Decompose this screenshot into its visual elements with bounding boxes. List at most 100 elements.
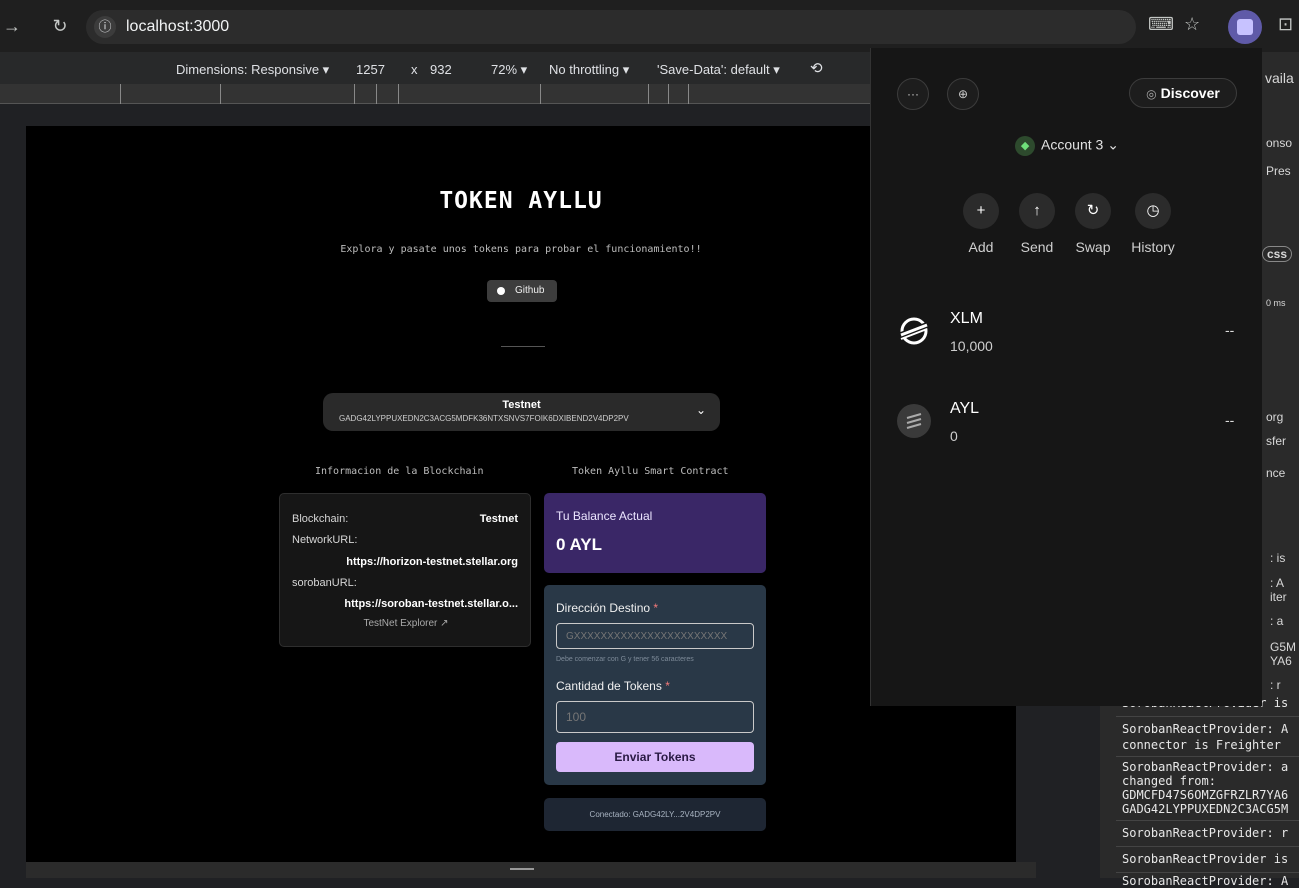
send-action-button[interactable]: ↑ Send (1012, 193, 1062, 255)
account-avatar: ◆ (1015, 136, 1036, 156)
save-data-dropdown[interactable]: 'Save-Data': default ▾ (657, 62, 780, 78)
blockchain-section-title: Informacion de la Blockchain (315, 466, 484, 477)
discover-button[interactable]: ◎ Discover (1129, 78, 1237, 108)
forward-arrow-icon[interactable]: → (2, 16, 22, 36)
stellar-logo-icon (897, 314, 931, 348)
destination-label: Dirección Destino * (556, 601, 659, 615)
resize-handle-icon (510, 868, 534, 870)
asset-code: XLM (950, 310, 983, 327)
media-query-ruler[interactable] (0, 84, 870, 104)
more-menu-button[interactable]: ··· (897, 78, 929, 110)
send-form: Dirección Destino * Debe comenzar con G … (544, 585, 766, 785)
height-input[interactable]: 932 (430, 62, 452, 77)
dimensions-dropdown[interactable]: Dimensions: Responsive ▾ (176, 62, 329, 78)
destination-hint: Debe comenzar con G y tener 56 caractere… (556, 656, 694, 663)
page-subtitle: Explora y pasate unos tokens para probar… (340, 244, 702, 255)
console-peek-text: sfer (1266, 434, 1287, 448)
github-label: Github (515, 285, 545, 296)
console-peek-text: org (1266, 410, 1284, 424)
compass-icon: ◎ (1146, 87, 1157, 101)
network-selector[interactable]: Testnet GADG42LYPPUXEDN2C3ACG5MDFK36NTXS… (323, 393, 720, 431)
site-info-icon[interactable]: ⓘ (94, 16, 116, 38)
github-button[interactable]: Github (487, 280, 557, 302)
wallet-popup: ··· ⊕ ◎ Discover ◆ Account 3 ⌄ + Add ↑ Sen… (870, 48, 1262, 706)
send-tokens-button[interactable]: Enviar Tokens (556, 742, 754, 772)
console-line: SorobanReactProvider: A (1122, 874, 1289, 888)
console-peek-text: : A (1270, 576, 1285, 590)
asset-code: AYL (950, 400, 980, 417)
asset-amount: 0 (950, 428, 958, 444)
amount-input[interactable] (556, 701, 754, 733)
console-peek-text: Pres (1266, 164, 1291, 178)
asset-row-xlm[interactable]: XLM 10,000 -- (871, 310, 1263, 380)
connected-status: Conectado: GADG42LY...2V4DP2PV (544, 798, 766, 831)
contract-section-title: Token Ayllu Smart Contract (572, 466, 729, 477)
swap-action-button[interactable]: ↻ Swap (1068, 193, 1118, 255)
ayl-token-icon (897, 404, 931, 438)
width-input[interactable]: 1257 (356, 62, 385, 77)
reload-icon[interactable]: ↻ (50, 16, 70, 36)
viewport-resize-handle[interactable] (26, 862, 1036, 878)
send-arrow-icon: ↑ (1019, 193, 1055, 229)
blockchain-info-card: Blockchain: Testnet NetworkURL: https://… (279, 493, 531, 647)
blockchain-label: Blockchain: (292, 513, 349, 525)
github-icon (497, 287, 505, 295)
network-url-value: https://horizon-testnet.stellar.org (346, 556, 518, 568)
console-line: SorobanReactProvider is (1122, 852, 1289, 866)
console-peek-text: G5M (1270, 640, 1297, 654)
extension-icon (1237, 19, 1253, 35)
add-action-button[interactable]: + Add (956, 193, 1006, 255)
chevron-down-icon: ⌄ (1107, 136, 1119, 153)
console-peek-text: : a (1270, 614, 1284, 628)
console-line: GDMCFD47S6OMZGFRZLR7YA6 (1122, 788, 1289, 802)
soroban-url-label: sorobanURL: (292, 577, 357, 589)
translate-icon[interactable]: ⌨ (1148, 14, 1174, 35)
testnet-explorer-link[interactable]: TestNet Explorer ↗ (280, 618, 532, 629)
console-peek-text: iter (1270, 590, 1287, 604)
console-peek-text: onso (1266, 136, 1293, 150)
freighter-extension-button[interactable] (1228, 10, 1262, 44)
blockchain-value: Testnet (479, 513, 518, 525)
console-line: GADG42LYPPUXEDN2C3ACG5M (1122, 802, 1289, 816)
balance-card: Tu Balance Actual 0 AYL (544, 493, 766, 573)
destination-input[interactable] (556, 623, 754, 649)
account-selector[interactable]: ◆ Account 3 ⌄ (871, 136, 1263, 156)
address-bar[interactable]: ⓘ localhost:3000 (86, 10, 1136, 44)
history-action-button[interactable]: ◷ History (1128, 193, 1178, 255)
bookmark-star-icon[interactable]: ☆ (1184, 14, 1200, 35)
console-line: SorobanReactProvider: A (1122, 722, 1289, 736)
balance-value: 0 AYL (556, 535, 602, 554)
swap-icon: ↻ (1075, 193, 1111, 229)
console-line: changed from: (1122, 774, 1216, 788)
url-text: localhost:3000 (126, 18, 230, 35)
console-line: SorobanReactProvider: r (1122, 826, 1289, 840)
zoom-dropdown[interactable]: 72% ▾ (491, 62, 527, 78)
console-line: connector is Freighter (1122, 738, 1281, 752)
globe-icon[interactable]: ⊕ (947, 78, 979, 110)
console-line: SorobanReactProvider: a (1122, 760, 1289, 774)
rotate-icon[interactable]: ⟲ (810, 59, 823, 77)
console-peek-text: YA6 (1270, 654, 1292, 668)
asset-amount: 10,000 (950, 338, 993, 354)
page-title: TOKEN AYLLU (439, 188, 603, 214)
account-name: Account 3 (1041, 136, 1104, 153)
times-symbol: x (411, 62, 418, 77)
css-badge[interactable]: css (1262, 246, 1293, 262)
browser-toolbar: → ↻ ⓘ localhost:3000 ⌨ ☆ ⊡ (0, 0, 1299, 52)
console-peek-text: : r (1270, 678, 1281, 692)
network-name: Testnet (502, 399, 541, 411)
throttling-dropdown[interactable]: No throttling ▾ (549, 62, 629, 78)
extensions-puzzle-icon[interactable]: ⊡ (1278, 14, 1293, 35)
history-clock-icon: ◷ (1135, 193, 1171, 229)
console-peek-text: vaila (1265, 70, 1294, 86)
amount-label: Cantidad de Tokens * (556, 679, 670, 693)
network-address: GADG42LYPPUXEDN2C3ACG5MDFK36NTXSNVS7FOIK… (339, 414, 629, 423)
soroban-url-value: https://soroban-testnet.stellar.o... (344, 598, 518, 610)
divider (501, 346, 545, 347)
asset-value: -- (1225, 322, 1235, 338)
device-toolbar: Dimensions: Responsive ▾ 1257 x 932 72% … (0, 52, 870, 88)
add-icon: + (963, 193, 999, 229)
network-url-label: NetworkURL: (292, 534, 358, 546)
console-peek-text: 0 ms (1266, 298, 1286, 308)
asset-row-ayl[interactable]: AYL 0 -- (871, 400, 1263, 470)
